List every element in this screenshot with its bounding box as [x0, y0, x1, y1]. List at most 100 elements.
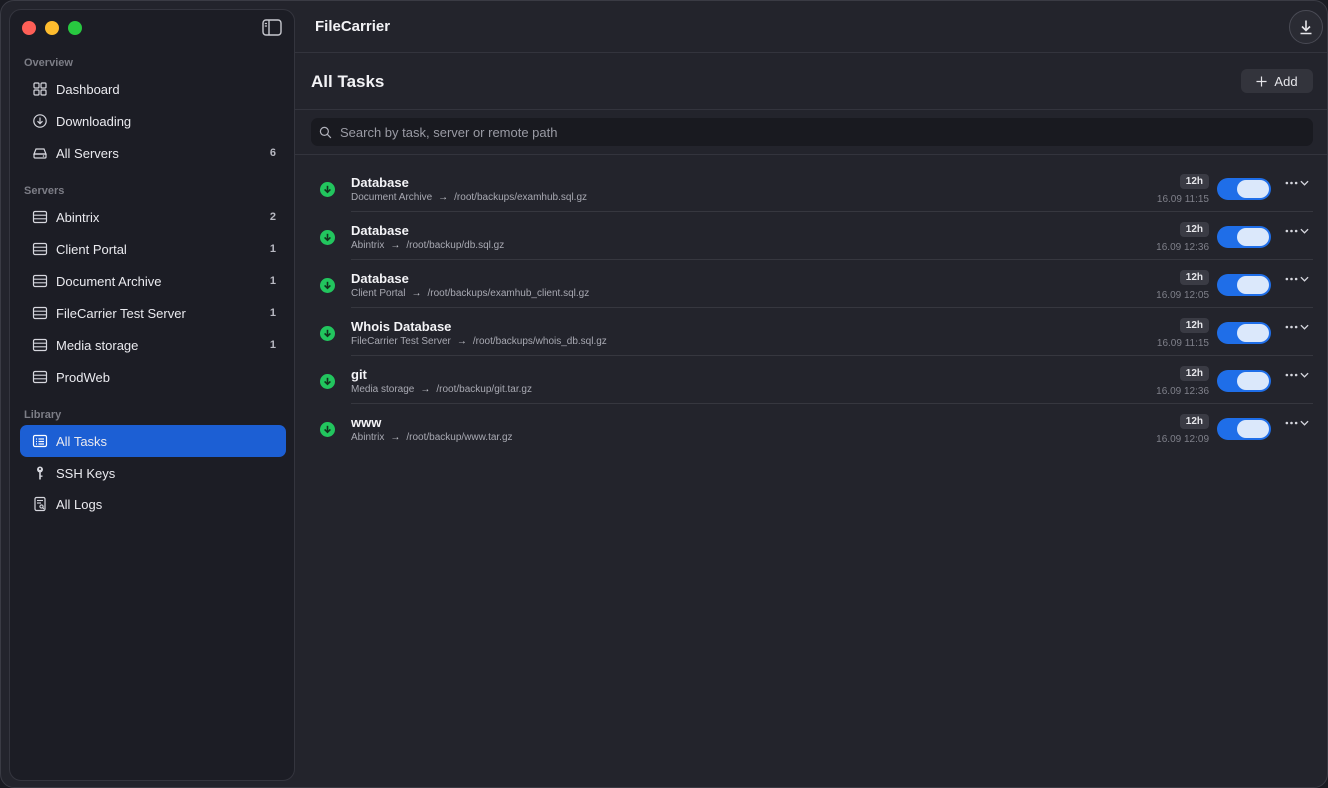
key-icon — [32, 465, 48, 481]
server-icon — [32, 209, 48, 225]
search-bar — [295, 110, 1327, 155]
interval-badge: 12h — [1179, 222, 1209, 237]
sidebar-item-downloading[interactable]: Downloading — [20, 105, 286, 137]
task-row[interactable]: Database Client Portal → /root/backups/e… — [311, 260, 1313, 308]
task-row[interactable]: www Abintrix → /root/backup/www.tar.gz 1… — [311, 404, 1313, 452]
sidebar-item-server[interactable]: FileCarrier Test Server 1 — [20, 297, 286, 329]
task-actions-menu[interactable] — [1285, 420, 1309, 426]
interval-badge: 12h — [1179, 270, 1209, 285]
task-list: Database Document Archive → /root/backup… — [311, 164, 1313, 452]
sidebar-item-server[interactable]: Abintrix 2 — [20, 201, 286, 233]
interval-badge: 12h — [1179, 174, 1209, 189]
page-title: All Tasks — [311, 72, 385, 91]
task-remote-path: /root/backups/examhub_client.sql.gz — [427, 288, 590, 299]
server-icon — [32, 273, 48, 289]
sidebar-item-label: Document Archive — [56, 273, 162, 289]
task-actions-menu[interactable] — [1285, 372, 1309, 378]
grid-icon — [32, 81, 48, 97]
toggle-knob — [1237, 228, 1269, 246]
sidebar: Overview Dashboard Downloading All Serve… — [9, 9, 295, 781]
interval-badge: 12h — [1179, 318, 1209, 333]
status-success-icon — [320, 278, 335, 293]
task-count-badge: 1 — [269, 339, 276, 351]
task-actions-menu[interactable] — [1285, 276, 1309, 282]
task-name: Database — [351, 223, 409, 238]
task-enabled-toggle[interactable] — [1217, 418, 1271, 440]
server-count-badge: 6 — [269, 147, 276, 159]
minimize-window-button[interactable] — [45, 21, 59, 35]
plus-icon — [1256, 75, 1267, 87]
zoom-window-button[interactable] — [68, 21, 82, 35]
app-window: Overview Dashboard Downloading All Serve… — [0, 0, 1328, 788]
search-input[interactable] — [340, 124, 1300, 140]
last-run-timestamp: 16.09 12:05 — [1156, 290, 1209, 301]
task-enabled-toggle[interactable] — [1217, 274, 1271, 296]
server-icon — [32, 337, 48, 353]
task-row[interactable]: Database Abintrix → /root/backup/db.sql.… — [311, 212, 1313, 260]
sidebar-toggle-icon[interactable] — [262, 19, 282, 36]
arrow-right-icon: → — [390, 432, 401, 443]
sidebar-item-label: Downloading — [56, 113, 132, 129]
close-window-button[interactable] — [22, 21, 36, 35]
task-path: Abintrix → /root/backup/db.sql.gz — [351, 240, 504, 251]
task-remote-path: /root/backup/www.tar.gz — [406, 432, 513, 443]
status-success-icon — [320, 374, 335, 389]
task-enabled-toggle[interactable] — [1217, 322, 1271, 344]
task-enabled-toggle[interactable] — [1217, 178, 1271, 200]
status-success-icon — [320, 182, 335, 197]
arrow-right-icon: → — [420, 384, 431, 395]
sidebar-item-label: Abintrix — [56, 209, 100, 225]
task-row[interactable]: Whois Database FileCarrier Test Server →… — [311, 308, 1313, 356]
task-path: Media storage → /root/backup/git.tar.gz — [351, 384, 532, 395]
search-icon — [319, 126, 332, 138]
sidebar-item-all-logs[interactable]: All Logs — [20, 488, 286, 520]
sidebar-item-label: FileCarrier Test Server — [56, 305, 186, 321]
sidebar-item-all-tasks[interactable]: All Tasks — [20, 425, 286, 457]
task-path: FileCarrier Test Server → /root/backups/… — [351, 336, 607, 347]
task-count-badge: 1 — [269, 307, 276, 319]
toggle-knob — [1237, 180, 1269, 198]
app-title: FileCarrier — [315, 18, 391, 35]
task-enabled-toggle[interactable] — [1217, 370, 1271, 392]
task-name: www — [351, 415, 382, 430]
sidebar-item-label: Client Portal — [56, 241, 127, 257]
task-actions-menu[interactable] — [1285, 228, 1309, 234]
task-row[interactable]: Database Document Archive → /root/backup… — [311, 164, 1313, 212]
arrow-right-icon: → — [456, 336, 467, 347]
toggle-knob — [1237, 420, 1269, 438]
add-task-button[interactable]: Add — [1241, 69, 1313, 93]
tasks-icon — [32, 433, 48, 449]
task-count-badge: 2 — [269, 211, 276, 223]
logs-icon — [32, 496, 48, 512]
sidebar-item-dashboard[interactable]: Dashboard — [20, 73, 286, 105]
task-enabled-toggle[interactable] — [1217, 226, 1271, 248]
sidebar-item-server[interactable]: ProdWeb — [20, 361, 286, 393]
task-path: Document Archive → /root/backups/examhub… — [351, 192, 587, 203]
section-label-library: Library — [24, 409, 62, 421]
section-label-overview: Overview — [24, 57, 73, 69]
server-icon — [32, 369, 48, 385]
sidebar-item-ssh-keys[interactable]: SSH Keys — [20, 457, 286, 489]
server-icon — [32, 241, 48, 257]
sidebar-item-server[interactable]: Client Portal 1 — [20, 233, 286, 265]
more-dots-icon — [1285, 325, 1298, 329]
last-run-timestamp: 16.09 12:36 — [1156, 242, 1209, 253]
main-content: FileCarrier All Tasks Add Database Docum — [295, 1, 1327, 787]
toggle-knob — [1237, 324, 1269, 342]
task-server: Client Portal — [351, 288, 406, 299]
search-field[interactable] — [311, 118, 1313, 146]
last-run-timestamp: 16.09 11:15 — [1156, 194, 1209, 205]
sidebar-item-server[interactable]: Media storage 1 — [20, 329, 286, 361]
sidebar-item-all-servers[interactable]: All Servers 6 — [20, 137, 286, 169]
title-bar: FileCarrier — [295, 1, 1327, 53]
task-row[interactable]: git Media storage → /root/backup/git.tar… — [311, 356, 1313, 404]
task-actions-menu[interactable] — [1285, 324, 1309, 330]
chevron-down-icon — [1300, 228, 1309, 234]
toggle-knob — [1237, 276, 1269, 294]
more-dots-icon — [1285, 229, 1298, 233]
arrow-right-icon: → — [438, 192, 449, 203]
sidebar-item-label: All Logs — [56, 496, 103, 512]
downloads-button[interactable] — [1289, 10, 1323, 44]
task-actions-menu[interactable] — [1285, 180, 1309, 186]
sidebar-item-server[interactable]: Document Archive 1 — [20, 265, 286, 297]
